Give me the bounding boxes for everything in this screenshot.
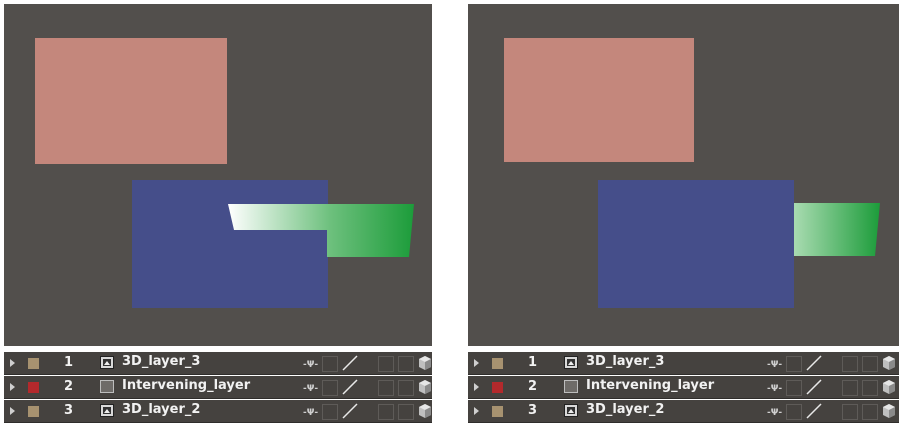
shy-icon[interactable]: -Ψ-	[766, 356, 784, 370]
svg-text:-Ψ-: -Ψ-	[303, 360, 318, 370]
layer-number: 3	[64, 403, 74, 418]
after-panel: 1 3D_layer_3 -Ψ- 2 Intervening_layer -Ψ-	[468, 0, 899, 426]
layer-number: 1	[528, 355, 538, 370]
quality-slash-icon[interactable]	[804, 402, 824, 420]
switch-box[interactable]	[322, 404, 338, 420]
svg-text:-Ψ-: -Ψ-	[767, 384, 782, 394]
switch-box[interactable]	[786, 380, 802, 396]
quality-slash-icon[interactable]	[804, 354, 824, 372]
layer-row[interactable]: 2 Intervening_layer -Ψ-	[468, 376, 899, 399]
quality-slash-icon[interactable]	[340, 402, 360, 420]
3d-cube-icon[interactable]	[418, 379, 432, 395]
quality-slash-icon[interactable]	[340, 354, 360, 372]
layer-row[interactable]: 3 3D_layer_2 -Ψ-	[4, 400, 432, 423]
switch-box[interactable]	[398, 404, 414, 420]
switch-box[interactable]	[398, 356, 414, 372]
gradient-layer-shape	[794, 203, 880, 256]
layer-row[interactable]: 1 3D_layer_3 -Ψ-	[468, 352, 899, 375]
switch-box[interactable]	[842, 380, 858, 396]
shy-icon[interactable]: -Ψ-	[302, 404, 320, 418]
layer-number: 2	[64, 379, 74, 394]
switch-box[interactable]	[842, 404, 858, 420]
layer-name[interactable]: 3D_layer_2	[586, 402, 664, 417]
3d-cube-icon[interactable]	[418, 355, 432, 371]
layer-name[interactable]: 3D_layer_3	[586, 354, 664, 369]
layer-name[interactable]: Intervening_layer	[586, 378, 714, 393]
composition-viewer	[4, 4, 432, 346]
switch-box[interactable]	[862, 380, 878, 396]
shy-icon[interactable]: -Ψ-	[766, 380, 784, 394]
svg-text:-Ψ-: -Ψ-	[303, 408, 318, 418]
3d-cube-icon[interactable]	[882, 379, 896, 395]
timeline-layers: 1 3D_layer_3 -Ψ- 2 Intervening_layer -Ψ-	[4, 352, 432, 426]
solid-icon	[100, 380, 114, 393]
label-swatch[interactable]	[492, 382, 503, 393]
expand-triangle-icon[interactable]	[474, 359, 479, 367]
switch-box[interactable]	[378, 380, 394, 396]
switch-box[interactable]	[862, 356, 878, 372]
shy-icon[interactable]: -Ψ-	[766, 404, 784, 418]
3d-cube-icon[interactable]	[882, 355, 896, 371]
shy-icon[interactable]: -Ψ-	[302, 356, 320, 370]
layer-number: 2	[528, 379, 538, 394]
switch-box[interactable]	[322, 380, 338, 396]
solid-icon	[564, 380, 578, 393]
switch-box[interactable]	[398, 380, 414, 396]
expand-triangle-icon[interactable]	[474, 407, 479, 415]
switch-box[interactable]	[786, 356, 802, 372]
composition-viewer	[468, 4, 899, 346]
timeline-layers: 1 3D_layer_3 -Ψ- 2 Intervening_layer -Ψ-	[468, 352, 899, 426]
expand-triangle-icon[interactable]	[10, 407, 15, 415]
layer-name[interactable]: 3D_layer_3	[122, 354, 200, 369]
gradient-layer-shape	[228, 204, 414, 257]
footage-icon	[564, 356, 578, 369]
label-swatch[interactable]	[492, 358, 503, 369]
expand-triangle-icon[interactable]	[10, 383, 15, 391]
label-swatch[interactable]	[28, 382, 39, 393]
quality-slash-icon[interactable]	[804, 378, 824, 396]
layer-number: 3	[528, 403, 538, 418]
footage-icon	[100, 404, 114, 417]
3d-cube-icon[interactable]	[418, 403, 432, 419]
svg-text:-Ψ-: -Ψ-	[767, 360, 782, 370]
switch-box[interactable]	[378, 404, 394, 420]
layer-name[interactable]: Intervening_layer	[122, 378, 250, 393]
svg-text:-Ψ-: -Ψ-	[303, 384, 318, 394]
footage-icon	[100, 356, 114, 369]
expand-triangle-icon[interactable]	[474, 383, 479, 391]
quality-slash-icon[interactable]	[340, 378, 360, 396]
switch-box[interactable]	[862, 404, 878, 420]
switch-box[interactable]	[842, 356, 858, 372]
footage-icon	[564, 404, 578, 417]
label-swatch[interactable]	[28, 406, 39, 417]
before-panel: 1 3D_layer_3 -Ψ- 2 Intervening_layer -Ψ-	[0, 0, 432, 426]
label-swatch[interactable]	[492, 406, 503, 417]
layer-name[interactable]: 3D_layer_2	[122, 402, 200, 417]
layer-number: 1	[64, 355, 74, 370]
switch-box[interactable]	[786, 404, 802, 420]
switch-box[interactable]	[322, 356, 338, 372]
switch-box[interactable]	[378, 356, 394, 372]
layer-row[interactable]: 1 3D_layer_3 -Ψ-	[4, 352, 432, 375]
layer-row[interactable]: 3 3D_layer_2 -Ψ-	[468, 400, 899, 423]
expand-triangle-icon[interactable]	[10, 359, 15, 367]
label-swatch[interactable]	[28, 358, 39, 369]
3d-cube-icon[interactable]	[882, 403, 896, 419]
svg-text:-Ψ-: -Ψ-	[767, 408, 782, 418]
layer-row[interactable]: 2 Intervening_layer -Ψ-	[4, 376, 432, 399]
shy-icon[interactable]: -Ψ-	[302, 380, 320, 394]
